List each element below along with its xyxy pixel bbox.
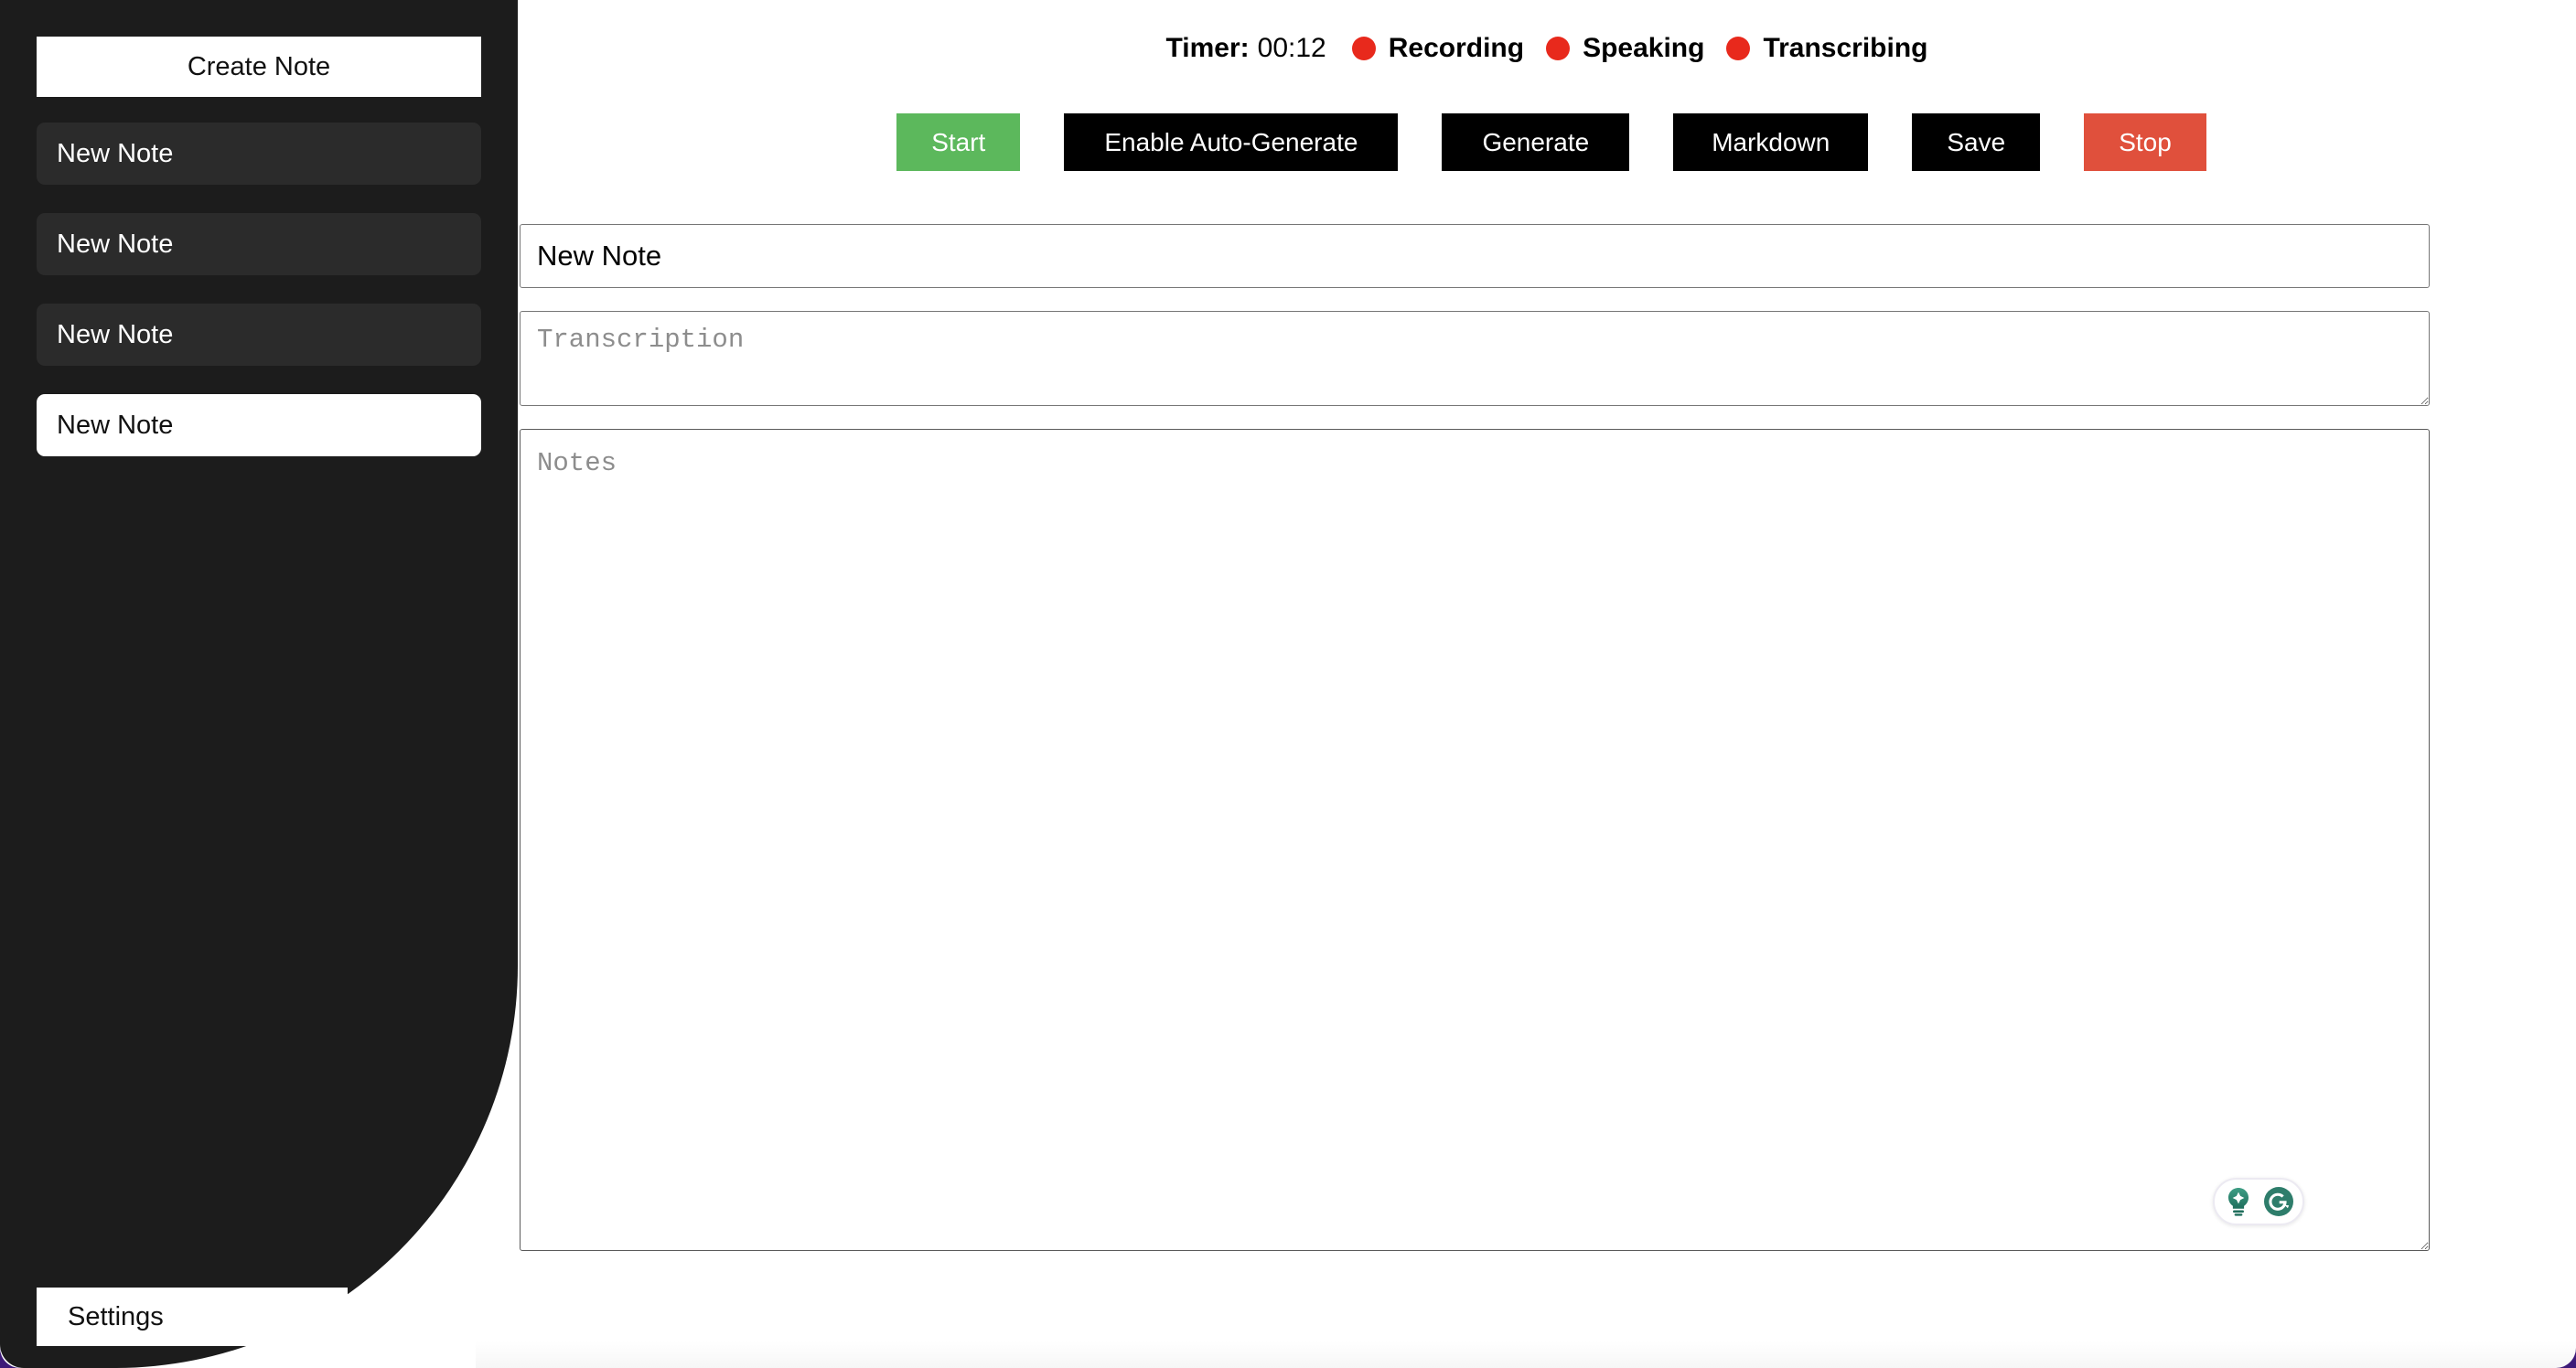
save-button[interactable]: Save [1912,113,2041,171]
notes-textarea[interactable] [520,429,2430,1251]
status-label-speaking: Speaking [1583,33,1705,63]
markdown-button[interactable]: Markdown [1673,113,1869,171]
transcription-textarea[interactable] [520,311,2430,406]
transcribing-dot-icon [1726,37,1751,60]
timer-label: Timer: [1165,33,1250,63]
note-list-item-3[interactable]: New Note [37,394,481,456]
settings-button[interactable]: Settings [37,1288,348,1346]
note-list-item-0[interactable]: New Note [37,123,481,185]
note-list-item-2[interactable]: New Note [37,304,481,366]
recording-dot-icon [1351,37,1376,60]
stop-button[interactable]: Stop [2084,113,2206,171]
status-indicator-recording: Recording [1351,33,1525,64]
grammarly-widget[interactable] [2213,1178,2304,1225]
generate-button[interactable]: Generate [1442,113,1630,171]
status-label-transcribing: Transcribing [1763,33,1928,63]
app-page: Create Note New Note New Note New Note N… [0,0,2576,1368]
main-content: Timer: 00:12 Recording Speaking Transcri… [518,0,2576,1368]
note-list-item-1[interactable]: New Note [37,213,481,275]
enable-auto-generate-button[interactable]: Enable Auto-Generate [1064,113,1399,171]
start-button[interactable]: Start [896,113,1021,171]
lightbulb-sparkle-icon[interactable] [2220,1183,2257,1220]
sidebar: Create Note New Note New Note New Note N… [0,0,518,1368]
note-list: New Note New Note New Note New Note [37,123,481,456]
status-bar: Timer: 00:12 Recording Speaking Transcri… [518,30,2576,67]
action-toolbar: Start Enable Auto-Generate Generate Mark… [518,113,2576,171]
status-indicator-speaking: Speaking [1546,33,1704,64]
note-title-input[interactable] [520,224,2430,288]
status-indicator-transcribing: Transcribing [1726,33,1928,64]
create-note-button[interactable]: Create Note [37,37,481,97]
grammarly-g-icon[interactable] [2260,1183,2297,1220]
speaking-dot-icon [1546,37,1571,60]
status-label-recording: Recording [1388,33,1525,63]
timer-value: 00:12 [1257,33,1326,63]
